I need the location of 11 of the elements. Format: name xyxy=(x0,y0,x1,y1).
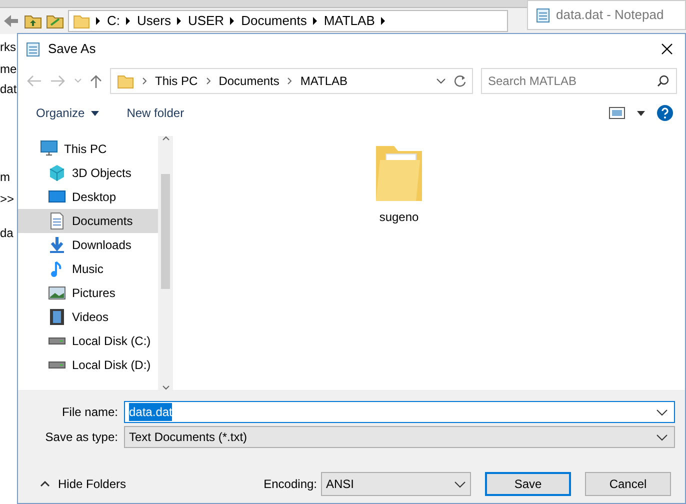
panel-text: dat xyxy=(0,81,17,98)
field-label: Save as type: xyxy=(44,429,118,446)
panel-text: me xyxy=(0,61,17,78)
panel-text: >> xyxy=(0,191,14,208)
window-title: data.dat - Notepad xyxy=(556,6,664,24)
field-label: File name: xyxy=(60,404,118,421)
field-label: Encoding: xyxy=(264,476,317,493)
panel-text: rks xyxy=(0,39,16,56)
window-title: Save As xyxy=(48,40,96,58)
panel-text: da xyxy=(0,225,14,242)
panel-text: m xyxy=(0,169,10,186)
